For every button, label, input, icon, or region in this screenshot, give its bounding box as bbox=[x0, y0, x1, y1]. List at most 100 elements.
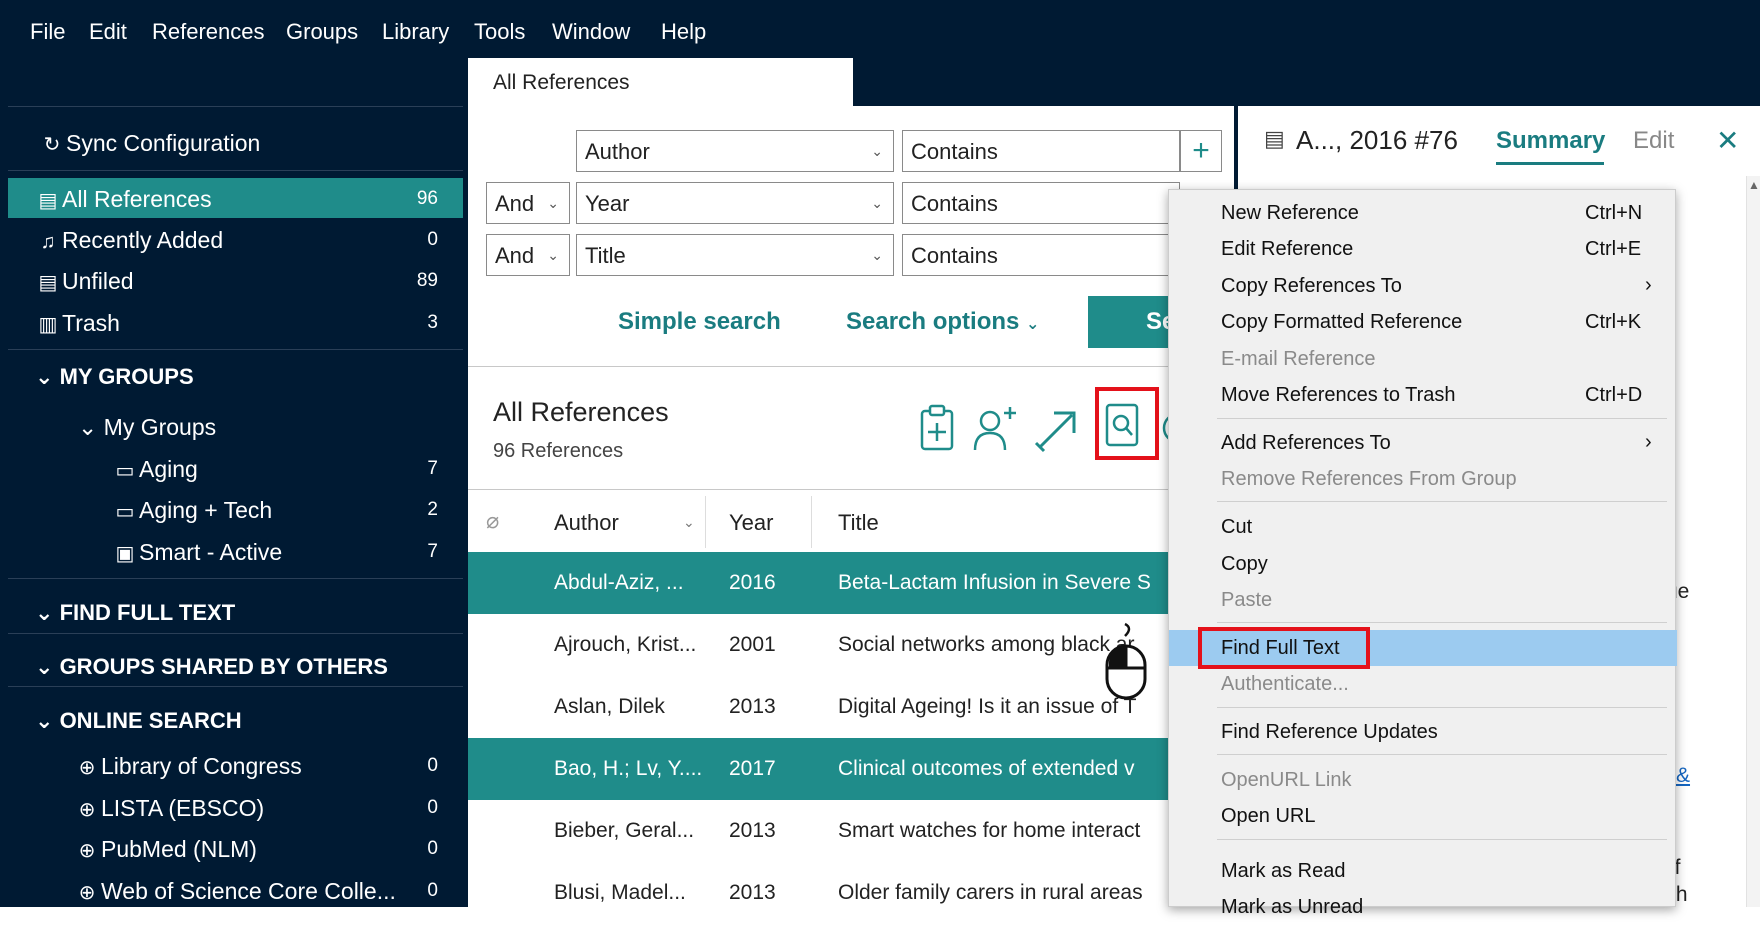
find-full-text-header[interactable]: ⌄ FIND FULL TEXT bbox=[35, 600, 235, 626]
group-icon: ▭ bbox=[115, 460, 135, 482]
sidebar-item-recently-added[interactable]: ♫ Recently Added 0 bbox=[8, 219, 463, 259]
sidebar-item-label: Aging + Tech bbox=[139, 497, 273, 523]
divider bbox=[8, 106, 463, 107]
menu-file[interactable]: File bbox=[30, 19, 65, 45]
tab-summary[interactable]: Summary bbox=[1496, 127, 1605, 155]
search-field-select-1[interactable]: Author ⌄ bbox=[576, 130, 894, 172]
menu-item-paste: Paste bbox=[1221, 589, 1273, 611]
chevron-down-icon: ⌄ bbox=[35, 708, 54, 733]
menu-item-mark-as-read[interactable]: Mark as Read bbox=[1169, 853, 1677, 889]
cell-author: Aslan, Dilek bbox=[554, 695, 665, 718]
count-badge: 89 bbox=[416, 270, 438, 291]
cell-year: 2017 bbox=[729, 757, 776, 780]
search-options-link[interactable]: Search options ⌄ bbox=[846, 308, 1039, 336]
menu-tools[interactable]: Tools bbox=[474, 19, 525, 45]
search-operator-select-2[interactable]: Contains bbox=[902, 182, 1180, 224]
tab-all-references[interactable]: All References bbox=[468, 58, 853, 106]
my-groups-set[interactable]: ⌄ My Groups bbox=[8, 406, 463, 446]
table-row[interactable]: Abdul-Aziz, ... 2016 Beta-Lactam Infusio… bbox=[468, 552, 1168, 614]
scroll-up-icon[interactable]: ▲ bbox=[1748, 178, 1760, 192]
add-search-row-button[interactable]: + bbox=[1180, 130, 1222, 172]
sidebar-item-group-aging-tech[interactable]: ▭ Aging + Tech 2 bbox=[8, 489, 463, 529]
sidebar-item-trash[interactable]: ▥ Trash 3 bbox=[8, 302, 463, 342]
tab-edit[interactable]: Edit bbox=[1633, 127, 1674, 155]
menu-library[interactable]: Library bbox=[382, 19, 449, 45]
menu-separator bbox=[1217, 622, 1667, 623]
sidebar-item-all-references[interactable]: ▤ All References 96 bbox=[8, 178, 463, 218]
chevron-down-icon[interactable]: ⌄ bbox=[683, 514, 695, 531]
sidebar-item-label: Aging bbox=[139, 456, 198, 482]
export-arrow-icon[interactable] bbox=[1032, 403, 1082, 453]
sidebar-item-online-lista[interactable]: ⊕ LISTA (EBSCO) 0 bbox=[8, 787, 463, 827]
group-icon: ▭ bbox=[115, 501, 135, 523]
sidebar-item-online-wos[interactable]: ⊕ Web of Science Core Colle... 0 bbox=[8, 870, 463, 910]
count-badge: 7 bbox=[427, 541, 438, 562]
menu-item-new-reference[interactable]: New Reference Ctrl+N bbox=[1169, 195, 1677, 231]
menu-item-move-to-trash[interactable]: Move References to Trash Ctrl+D bbox=[1169, 377, 1677, 413]
sidebar-item-group-smart-active[interactable]: ▣ Smart - Active 7 bbox=[8, 531, 463, 571]
simple-search-link[interactable]: Simple search bbox=[618, 308, 781, 336]
table-row[interactable]: Bieber, Geral... 2013 Smart watches for … bbox=[468, 800, 1168, 862]
my-groups-header[interactable]: ⌄ MY GROUPS bbox=[35, 364, 194, 390]
search-bool-select-3[interactable]: And ⌄ bbox=[486, 234, 570, 276]
menu-item-open-url[interactable]: Open URL bbox=[1169, 798, 1677, 834]
menu-separator bbox=[1217, 754, 1667, 755]
count-badge: 2 bbox=[427, 499, 438, 520]
menu-item-copy[interactable]: Copy bbox=[1169, 546, 1677, 582]
sidebar-item-online-pubmed[interactable]: ⊕ PubMed (NLM) 0 bbox=[8, 828, 463, 868]
menu-edit[interactable]: Edit bbox=[89, 19, 127, 45]
search-field-select-2[interactable]: Year ⌄ bbox=[576, 182, 894, 224]
close-icon[interactable]: ✕ bbox=[1716, 124, 1739, 157]
table-row[interactable]: Aslan, Dilek 2013 Digital Ageing! Is it … bbox=[468, 676, 1168, 738]
globe-icon: ⊕ bbox=[78, 840, 96, 862]
divider bbox=[468, 489, 1238, 490]
summary-link-fragment[interactable]: & bbox=[1676, 764, 1690, 788]
chevron-down-icon: ⌄ bbox=[871, 143, 883, 159]
table-row[interactable]: Blusi, Madel... 2013 Older family carers… bbox=[468, 862, 1168, 907]
sidebar-item-unfiled[interactable]: ▤ Unfiled 89 bbox=[8, 260, 463, 300]
sync-configuration[interactable]: ↻ Sync Configuration bbox=[8, 122, 463, 162]
menu-item-copy-formatted[interactable]: Copy Formatted Reference Ctrl+K bbox=[1169, 304, 1677, 340]
share-user-icon[interactable] bbox=[972, 403, 1020, 453]
menu-item-cut[interactable]: Cut bbox=[1169, 509, 1677, 545]
search-operator-select-3[interactable]: Contains bbox=[902, 234, 1180, 276]
groups-shared-header[interactable]: ⌄ GROUPS SHARED BY OTHERS bbox=[35, 654, 388, 680]
divider bbox=[8, 686, 463, 687]
sidebar-item-label: LISTA (EBSCO) bbox=[101, 795, 265, 821]
cell-title: Clinical outcomes of extended v bbox=[838, 757, 1135, 780]
search-field-select-3[interactable]: Title ⌄ bbox=[576, 234, 894, 276]
menu-item-edit-reference[interactable]: Edit Reference Ctrl+E bbox=[1169, 231, 1677, 267]
menu-item-authenticate: Authenticate... bbox=[1221, 673, 1349, 695]
column-header-author[interactable]: Author bbox=[554, 510, 619, 536]
menu-references[interactable]: References bbox=[152, 19, 265, 45]
menu-window[interactable]: Window bbox=[552, 19, 630, 45]
chevron-down-icon: ⌄ bbox=[871, 247, 883, 263]
online-search-header[interactable]: ⌄ ONLINE SEARCH bbox=[35, 708, 242, 734]
cell-year: 2016 bbox=[729, 571, 776, 594]
mouse-icon bbox=[1105, 622, 1147, 700]
search-bool-select-2[interactable]: And ⌄ bbox=[486, 182, 570, 224]
menu-separator bbox=[1217, 839, 1667, 840]
cell-year: 2013 bbox=[729, 695, 776, 718]
sidebar-item-group-aging[interactable]: ▭ Aging 7 bbox=[8, 448, 463, 488]
divider bbox=[705, 496, 706, 548]
cell-title: Digital Ageing! Is it an issue of T bbox=[838, 695, 1137, 718]
table-row[interactable]: Bao, H.; Lv, Y.... 2017 Clinical outcome… bbox=[468, 738, 1168, 800]
sidebar-item-online-loc[interactable]: ⊕ Library of Congress 0 bbox=[8, 745, 463, 785]
menu-item-openurl-link: OpenURL Link bbox=[1221, 769, 1352, 791]
table-row[interactable]: Ajrouch, Krist... 2001 Social networks a… bbox=[468, 614, 1168, 676]
scrollbar[interactable]: ▲ bbox=[1746, 176, 1760, 907]
menu-groups[interactable]: Groups bbox=[286, 19, 358, 45]
menu-item-find-reference-updates[interactable]: Find Reference Updates bbox=[1169, 714, 1677, 750]
column-header-year[interactable]: Year bbox=[729, 510, 773, 536]
menu-item-mark-as-unread[interactable]: Mark as Unread bbox=[1169, 889, 1677, 925]
menu-item-copy-references-to[interactable]: Copy References To › bbox=[1169, 268, 1677, 304]
menu-help[interactable]: Help bbox=[661, 19, 706, 45]
column-header-title[interactable]: Title bbox=[838, 510, 879, 536]
search-panel: Author ⌄ Contains + And ⌄ Year ⌄ Contains A… bbox=[468, 106, 1238, 366]
search-operator-select-1[interactable]: Contains bbox=[902, 130, 1180, 172]
chevron-right-icon: › bbox=[1645, 274, 1652, 296]
chevron-down-icon: ⌄ bbox=[35, 364, 54, 389]
menu-item-add-references-to[interactable]: Add References To › bbox=[1169, 425, 1677, 461]
add-to-group-icon[interactable] bbox=[918, 403, 958, 453]
